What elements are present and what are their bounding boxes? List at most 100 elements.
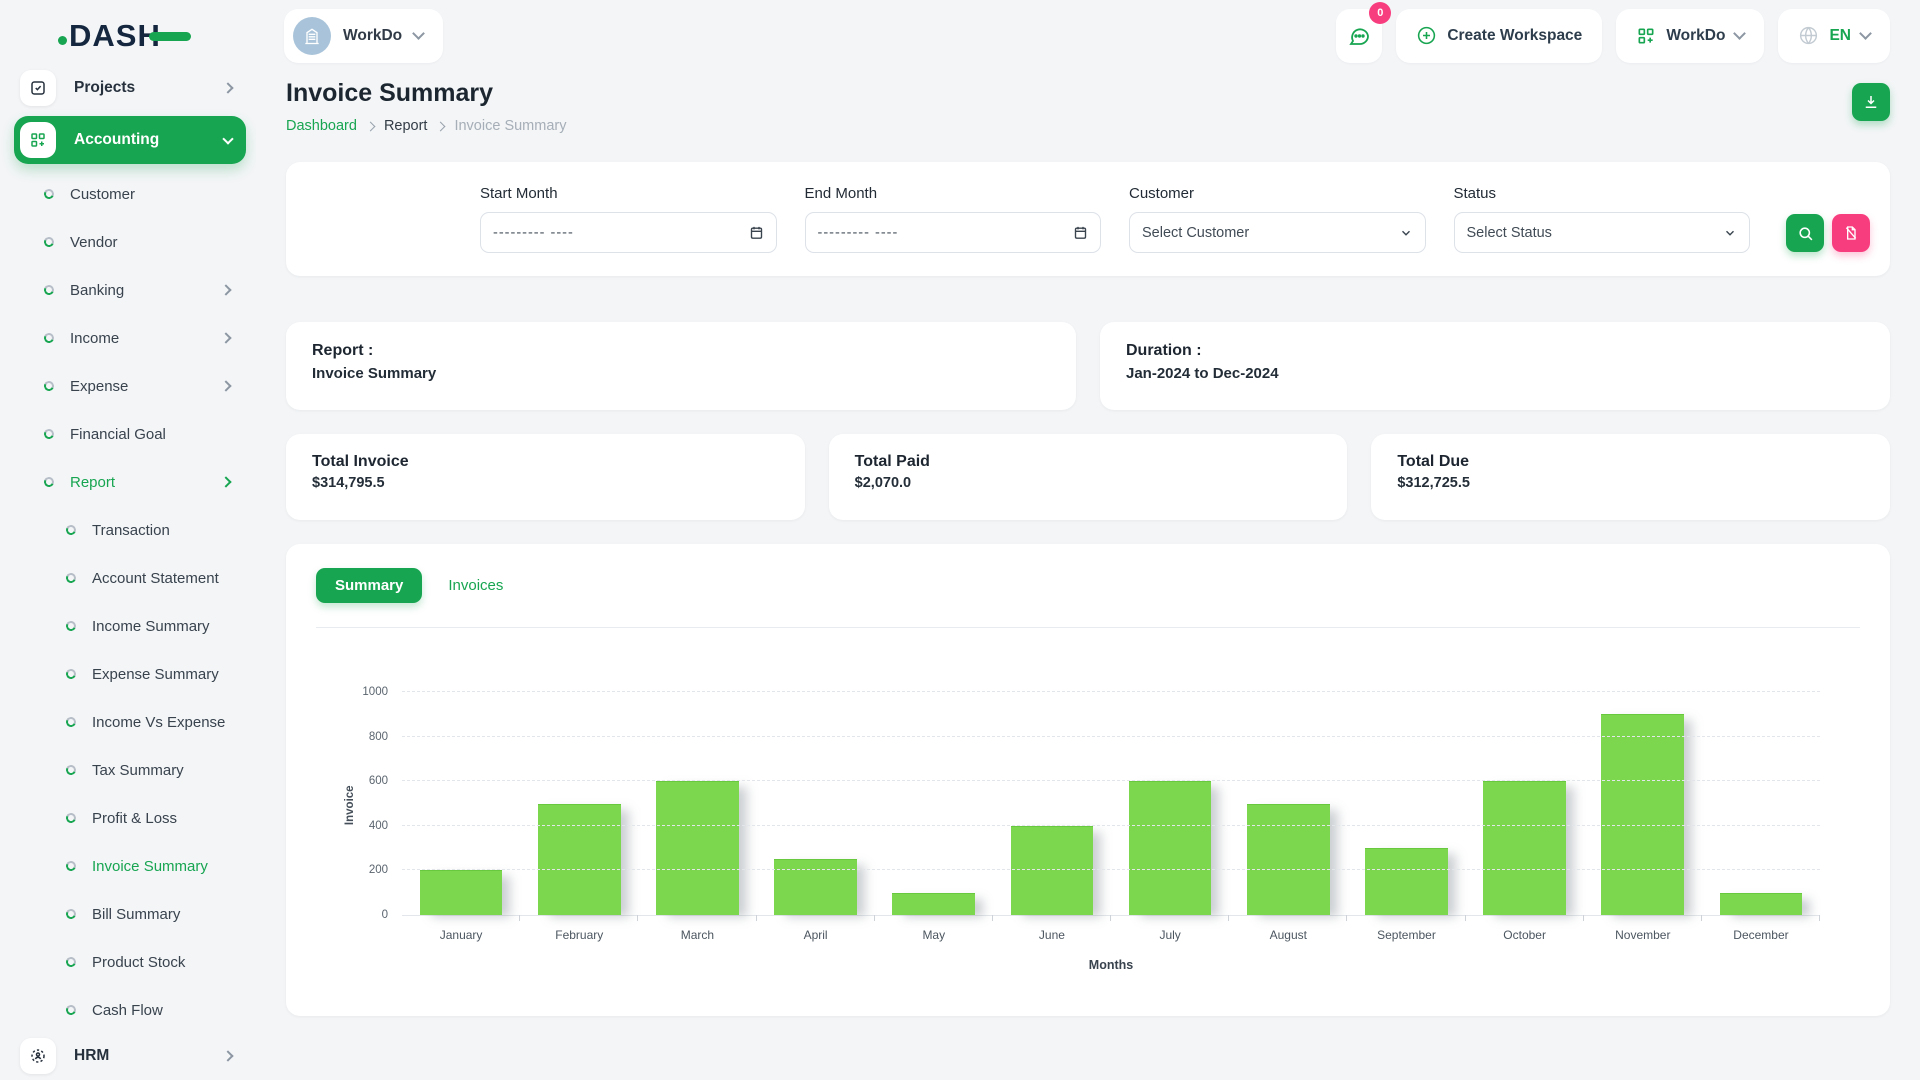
chevron-down-icon [1723,226,1737,240]
axis-tick [1701,915,1702,921]
logo-text: DASH [69,18,161,54]
sidebar-item-expense-summary[interactable]: Expense Summary [14,650,246,698]
sidebar-item-product-stock[interactable]: Product Stock [14,938,246,986]
customer-select[interactable]: Select Customer [1129,212,1426,253]
stat-card-total-invoice: Total Invoice$314,795.5 [286,434,805,520]
axis-tick [1819,915,1820,921]
reset-filter-button[interactable] [1832,214,1870,252]
sidebar-item-report[interactable]: Report [14,458,246,506]
y-tick-label: 800 [369,731,388,743]
stat-label: Total Due [1397,453,1864,471]
logo-dot-icon [58,36,67,45]
chevron-right-icon [365,121,375,131]
search-icon [1797,225,1814,242]
bar-february [538,804,621,916]
top-header: DASH WorkDo 0 Create Workspace WorkDo EN [0,0,1920,71]
chevron-down-icon [1859,27,1872,40]
bar-slot [402,692,520,915]
bar-slot [757,692,875,915]
sidebar-item-profit-loss[interactable]: Profit & Loss [14,794,246,842]
chevron-right-icon [222,1050,233,1061]
sidebar-item-cash-flow[interactable]: Cash Flow [14,986,246,1034]
chevron-right-icon [220,332,231,343]
tab-invoices[interactable]: Invoices [448,577,503,594]
stat-cards: Total Invoice$314,795.5Total Paid$2,070.… [286,434,1890,520]
end-month-value: --------- ---- [818,225,899,241]
bullet-icon [65,572,78,585]
logo-dash-icon [149,32,191,41]
axis-tick [1228,915,1229,921]
workspace-menu-button[interactable]: WorkDo [1616,9,1764,63]
accounting-grid-icon [20,122,56,158]
start-month-input[interactable]: --------- ---- [480,212,777,253]
axis-tick [756,915,757,921]
bar-may [892,893,975,915]
main-content: Invoice Summary Dashboard Report Invoice… [256,71,1920,1080]
x-tick-label: August [1229,928,1347,942]
sidebar-item-expense[interactable]: Expense [14,362,246,410]
sidebar-item-label: HRM [74,1047,109,1065]
x-tick-label: June [993,928,1111,942]
sidebar-item-vendor[interactable]: Vendor [14,218,246,266]
sidebar-item-customer[interactable]: Customer [14,170,246,218]
sidebar-item-bill-summary[interactable]: Bill Summary [14,890,246,938]
sidebar-item-label: Income Summary [92,618,210,635]
end-month-input[interactable]: --------- ---- [805,212,1102,253]
sidebar-item-label: Expense Summary [92,666,219,683]
app-logo: DASH [0,18,256,54]
bar-slot [1347,692,1465,915]
sidebar-item-transaction[interactable]: Transaction [14,506,246,554]
sidebar-item-income[interactable]: Income [14,314,246,362]
workspace-name: WorkDo [343,27,402,45]
chevron-right-icon [222,82,233,93]
breadcrumb-dashboard[interactable]: Dashboard [286,118,357,134]
sidebar-item-label: Income [70,330,119,347]
chart-x-axis-label: Months [402,958,1820,972]
x-tick-label: July [1111,928,1229,942]
status-select[interactable]: Select Status [1454,212,1751,253]
bullet-icon [65,620,78,633]
chart-x-labels: JanuaryFebruaryMarchAprilMayJuneJulyAugu… [402,928,1820,942]
grid-plus-icon [1636,26,1656,46]
create-workspace-button[interactable]: Create Workspace [1396,9,1602,63]
language-selector[interactable]: EN [1778,9,1890,63]
stat-label: Total Invoice [312,453,779,471]
chevron-right-icon [436,121,446,131]
sidebar-item-label: Vendor [70,234,118,251]
workspace-switcher[interactable]: WorkDo [284,9,443,63]
sidebar-item-projects[interactable]: Projects [14,66,246,110]
bar-slot [520,692,638,915]
bullet-icon [43,332,56,345]
sidebar-item-banking[interactable]: Banking [14,266,246,314]
x-tick-label: March [638,928,756,942]
page-title: Invoice Summary [286,79,566,108]
bullet-icon [43,380,56,393]
messages-badge: 0 [1369,2,1391,24]
download-button[interactable] [1852,83,1890,121]
y-tick-label: 0 [382,909,388,921]
axis-tick [874,915,875,921]
chevron-down-icon [412,27,425,40]
axis-tick [1583,915,1584,921]
chart-card: Summary Invoices Invoice 020040060080010… [286,544,1890,1016]
x-tick-label: December [1702,928,1820,942]
sidebar-item-accounting[interactable]: Accounting [14,116,246,164]
bar-slot [1111,692,1229,915]
sidebar-item-income-summary[interactable]: Income Summary [14,602,246,650]
sidebar-item-account-statement[interactable]: Account Statement [14,554,246,602]
bullet-icon [65,1004,78,1017]
checkbox-icon [20,70,56,106]
breadcrumb-report[interactable]: Report [384,118,428,134]
tab-summary[interactable]: Summary [316,568,422,603]
messages-button[interactable]: 0 [1336,9,1382,63]
sidebar-item-tax-summary[interactable]: Tax Summary [14,746,246,794]
download-icon [1862,93,1880,111]
sidebar-item-hrm[interactable]: HRM [14,1034,246,1078]
axis-tick [1346,915,1347,921]
sidebar-item-income-vs-expense[interactable]: Income Vs Expense [14,698,246,746]
invoice-bar-chart: Invoice 02004006008001000 JanuaryFebruar… [402,692,1820,972]
sidebar-item-financial-goal[interactable]: Financial Goal [14,410,246,458]
sidebar-item-invoice-summary[interactable]: Invoice Summary [14,842,246,890]
sidebar-item-label: Income Vs Expense [92,714,225,731]
apply-filter-button[interactable] [1786,214,1824,252]
